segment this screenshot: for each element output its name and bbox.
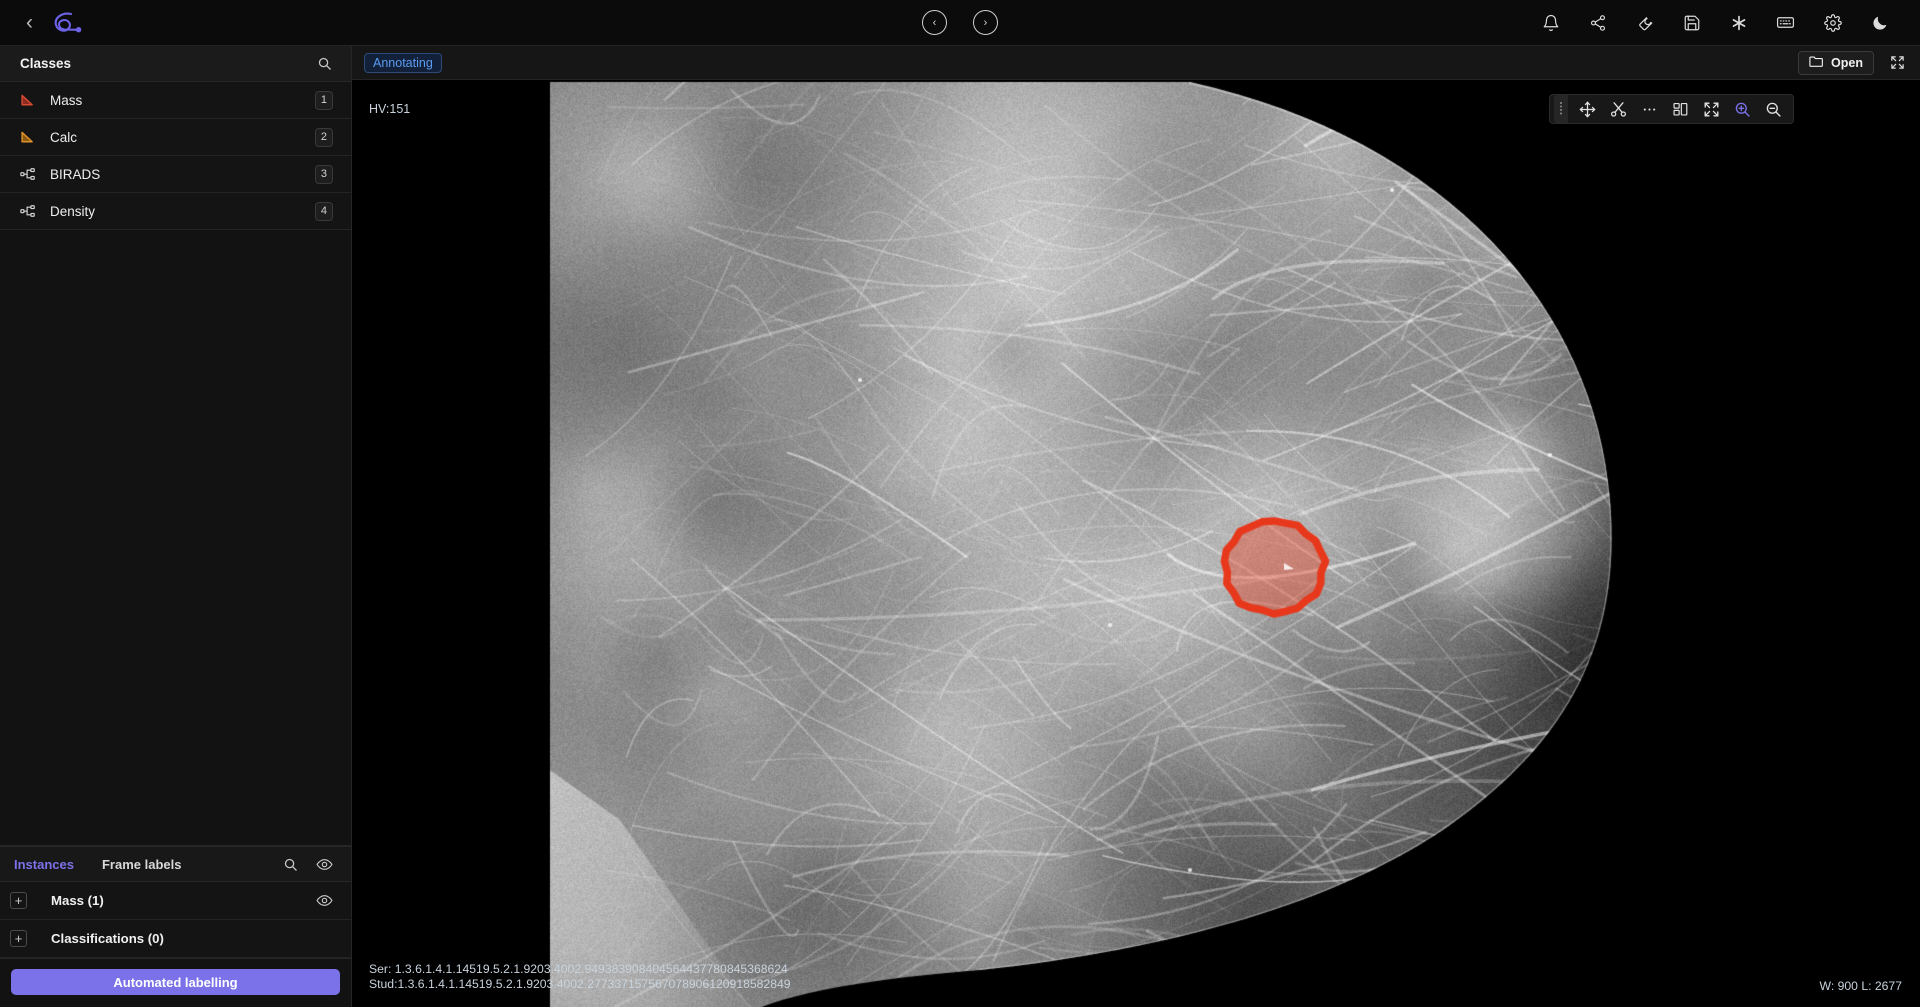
visibility-eye-icon[interactable]	[315, 892, 333, 910]
class-hotkey-badge: 4	[315, 202, 333, 221]
more-options-icon[interactable]	[1634, 96, 1665, 122]
classification-tree-icon	[20, 204, 42, 218]
previous-frame-button[interactable]: ‹	[922, 10, 947, 35]
automated-labelling-button[interactable]: Automated labelling	[11, 969, 340, 995]
viewer-tool-strip	[1549, 94, 1794, 124]
polygon-icon	[20, 93, 42, 107]
instances-panel: Instances Frame labels + Mass (1) + Clas…	[0, 846, 351, 958]
annotation-workspace: ‹ ‹ › Classes Mass 1 Calc 2 BIRADS 3 Den…	[0, 0, 1920, 1007]
top-app-bar: ‹ ‹ ›	[0, 0, 1920, 46]
instance-group-label: Classifications (0)	[51, 931, 333, 946]
instance-group-classifications[interactable]: + Classifications (0)	[0, 920, 351, 958]
dicom-metadata-overlay: Ser: 1.3.6.1.4.1.14519.5.2.1.9203.4002.9…	[369, 962, 791, 993]
zoom-in-icon[interactable]	[1727, 96, 1758, 122]
keyboard-icon[interactable]	[1775, 12, 1796, 33]
search-icon[interactable]	[281, 855, 299, 873]
settings-gear-icon[interactable]	[1822, 12, 1843, 33]
topbar-actions	[1540, 12, 1920, 33]
next-frame-button[interactable]: ›	[973, 10, 998, 35]
instance-group-mass[interactable]: + Mass (1)	[0, 882, 351, 920]
class-label: Mass	[50, 93, 315, 108]
classes-list: Mass 1 Calc 2 BIRADS 3 Density 4	[0, 82, 351, 230]
sidebar-footer: Automated labelling	[0, 958, 351, 1007]
classes-panel-header: Classes	[0, 46, 351, 82]
class-label: Density	[50, 204, 315, 219]
classes-empty-space	[0, 230, 351, 846]
visibility-eye-icon[interactable]	[315, 855, 333, 873]
share-icon[interactable]	[1587, 12, 1608, 33]
class-hotkey-badge: 3	[315, 165, 333, 184]
window-level-readout: W: 900 L: 2677	[1820, 979, 1902, 993]
status-badge[interactable]: Annotating	[364, 53, 442, 73]
left-sidebar: Classes Mass 1 Calc 2 BIRADS 3 Density 4…	[0, 46, 352, 1007]
class-row-calc[interactable]: Calc 2	[0, 119, 351, 156]
dark-mode-moon-icon[interactable]	[1869, 12, 1890, 33]
classification-tree-icon	[20, 167, 42, 181]
fit-screen-icon[interactable]	[1696, 96, 1727, 122]
mammogram-image[interactable]	[352, 80, 1920, 1007]
expand-toggle-icon[interactable]: +	[10, 892, 27, 909]
polygon-icon	[20, 130, 42, 144]
topbar-left-group: ‹	[0, 8, 352, 38]
scissors-icon[interactable]	[1603, 96, 1634, 122]
back-button[interactable]: ‹	[26, 12, 33, 33]
expand-toggle-icon[interactable]: +	[10, 930, 27, 947]
study-uid-text: Stud:1.3.6.1.4.1.14519.5.2.1.9203.4002.2…	[369, 977, 791, 993]
search-icon[interactable]	[315, 55, 333, 73]
folder-icon	[1809, 55, 1824, 71]
open-button[interactable]: Open	[1798, 51, 1874, 75]
class-row-mass[interactable]: Mass 1	[0, 82, 351, 119]
asterisk-icon[interactable]	[1728, 12, 1749, 33]
wrench-icon[interactable]	[1634, 12, 1655, 33]
class-label: Calc	[50, 130, 315, 145]
hounsfield-value-readout: HV:151	[369, 102, 410, 116]
class-row-density[interactable]: Density 4	[0, 193, 351, 230]
pan-move-icon[interactable]	[1572, 96, 1603, 122]
expand-icon[interactable]	[1886, 52, 1908, 74]
save-icon[interactable]	[1681, 12, 1702, 33]
tab-instances[interactable]: Instances	[0, 857, 88, 872]
image-viewer: Annotating Open HV:151 Ser: 1.3.6.1.4.1.…	[352, 46, 1920, 1007]
viewer-header: Annotating Open	[352, 46, 1920, 80]
class-row-birads[interactable]: BIRADS 3	[0, 156, 351, 193]
instance-group-label: Mass (1)	[51, 893, 315, 908]
workspace-body: Classes Mass 1 Calc 2 BIRADS 3 Density 4…	[0, 46, 1920, 1007]
open-button-label: Open	[1831, 56, 1863, 70]
encord-logo[interactable]	[43, 8, 89, 38]
class-hotkey-badge: 1	[315, 91, 333, 110]
layout-grid-icon[interactable]	[1665, 96, 1696, 122]
tab-frame-labels[interactable]: Frame labels	[88, 857, 196, 872]
classes-title: Classes	[20, 56, 71, 71]
canvas-area[interactable]: HV:151 Ser: 1.3.6.1.4.1.14519.5.2.1.9203…	[352, 80, 1920, 1007]
class-label: BIRADS	[50, 167, 315, 182]
instances-tabs: Instances Frame labels	[0, 846, 351, 882]
notifications-bell-icon[interactable]	[1540, 12, 1561, 33]
class-hotkey-badge: 2	[315, 128, 333, 147]
zoom-out-icon[interactable]	[1758, 96, 1789, 122]
series-uid-text: Ser: 1.3.6.1.4.1.14519.5.2.1.9203.4002.9…	[369, 962, 791, 978]
drag-handle-icon[interactable]	[1554, 95, 1568, 123]
